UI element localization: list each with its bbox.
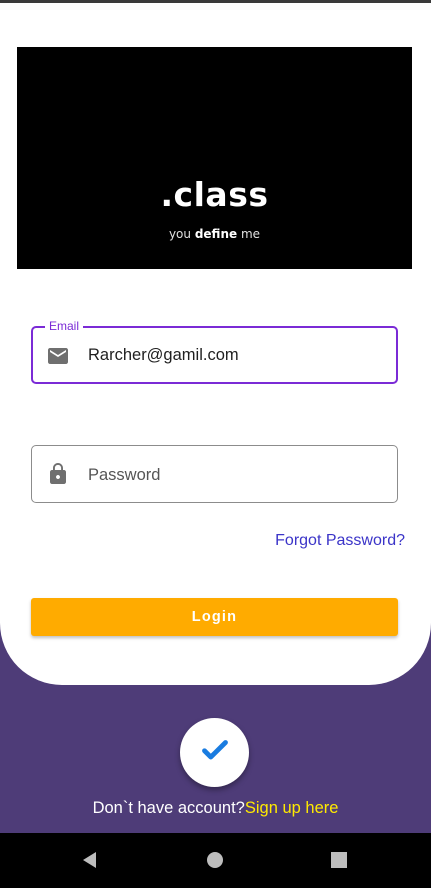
email-input[interactable]: Rarcher@gamil.com	[88, 346, 239, 365]
tagline-suffix: me	[237, 227, 261, 241]
check-icon	[197, 732, 233, 773]
nav-recents-icon[interactable]	[329, 850, 349, 870]
brand-tagline: you define me	[17, 227, 412, 241]
tagline-prefix: you	[168, 227, 195, 241]
forgot-password-link[interactable]: Forgot Password?	[275, 532, 405, 550]
signup-link[interactable]: Sign up here	[245, 799, 339, 817]
email-label: Email	[45, 319, 84, 333]
nav-back-icon[interactable]	[80, 850, 100, 870]
brand-banner: .class you define me	[17, 47, 412, 269]
login-button[interactable]: Login	[31, 598, 398, 636]
signup-row: Don`t have account?Sign up here	[0, 799, 431, 818]
fab-button[interactable]	[180, 718, 249, 787]
brand-logo: .class	[160, 175, 269, 214]
signup-prompt: Don`t have account?	[92, 799, 245, 817]
lock-icon	[46, 462, 70, 486]
system-nav-bar	[0, 833, 431, 888]
mail-icon	[46, 344, 70, 368]
password-input[interactable]: Password	[88, 466, 160, 485]
password-field[interactable]: Password	[31, 445, 398, 503]
tagline-bold: define	[194, 227, 238, 241]
nav-home-icon[interactable]	[205, 850, 225, 870]
login-screen: .class you define me Email Rarcher@gamil…	[0, 0, 431, 888]
email-field[interactable]: Email Rarcher@gamil.com	[31, 319, 398, 384]
